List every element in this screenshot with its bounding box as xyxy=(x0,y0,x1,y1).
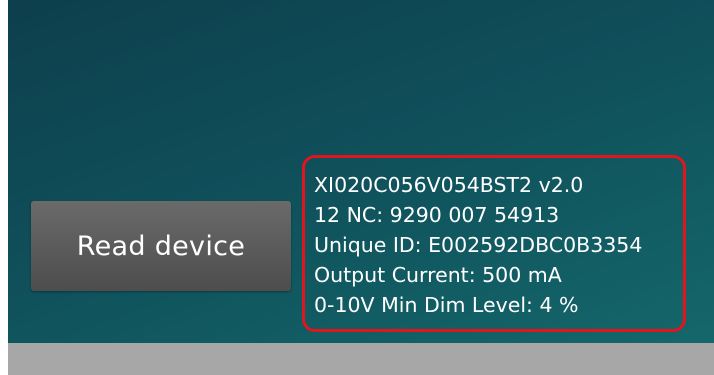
device-info-highlight-box: XI020C056V054BST2 v2.0 12 NC: 9290 007 5… xyxy=(302,155,686,332)
min-dim-level-line: 0-10V Min Dim Level: 4 % xyxy=(314,293,579,317)
device-info-list: XI020C056V054BST2 v2.0 12 NC: 9290 007 5… xyxy=(314,170,642,320)
bottom-status-strip xyxy=(8,343,714,375)
read-device-button[interactable]: Read device xyxy=(31,201,291,291)
device-reader-window: Read device XI020C056V054BST2 v2.0 12 NC… xyxy=(0,0,714,375)
device-model-line: XI020C056V054BST2 v2.0 xyxy=(314,173,584,197)
output-current-line: Output Current: 500 mA xyxy=(314,263,562,287)
unique-id-line: Unique ID: E002592DBC0B3354 xyxy=(314,233,643,257)
twelve-nc-line: 12 NC: 9290 007 54913 xyxy=(314,203,560,227)
